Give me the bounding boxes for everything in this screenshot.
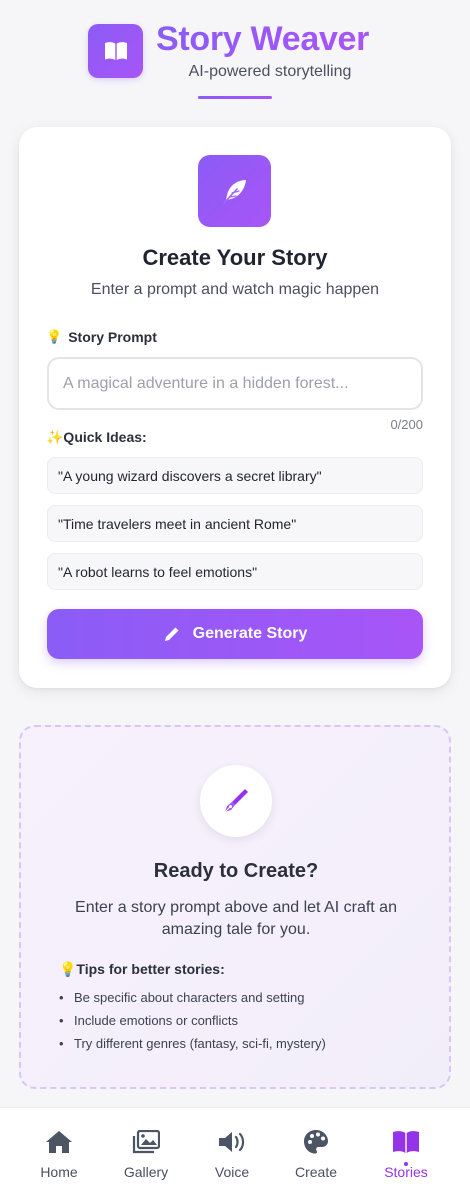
app-title: Story Weaver xyxy=(156,20,370,58)
app-header: Story Weaver AI-powered storytelling xyxy=(0,0,470,110)
char-count: 0/200 xyxy=(390,417,423,432)
app-subtitle: AI-powered storytelling xyxy=(188,63,352,80)
nav-item-stories[interactable]: Stories xyxy=(366,1108,446,1200)
ready-to-create-card: Ready to Create? Enter a story prompt ab… xyxy=(19,725,451,1089)
palette-icon xyxy=(304,1130,328,1154)
feather-badge xyxy=(198,155,271,227)
bottom-navigation: Home Gallery Voice Create Stories xyxy=(0,1107,470,1200)
ready-title: Ready to Create? xyxy=(153,860,319,882)
feather-icon xyxy=(222,180,246,204)
nav-label-stories: Stories xyxy=(384,1164,428,1180)
home-icon xyxy=(46,1131,72,1153)
speaker-icon xyxy=(219,1132,245,1152)
nav-label-voice: Voice xyxy=(214,1164,250,1180)
nav-item-create[interactable]: Create xyxy=(276,1108,356,1200)
pencil-icon xyxy=(164,627,179,641)
quick-ideas-label: ✨Quick Ideas: xyxy=(46,429,147,445)
prompt-label: 💡 Story Prompt xyxy=(46,329,157,345)
tips-label: 💡Tips for better stories: xyxy=(59,961,225,977)
quick-idea-item[interactable]: "A robot learns to feel emotions" xyxy=(47,553,423,590)
lightbulb-icon: 💡 xyxy=(46,329,63,344)
nav-item-home[interactable]: Home xyxy=(19,1108,99,1200)
nav-item-gallery[interactable]: Gallery xyxy=(106,1108,186,1200)
pen-badge xyxy=(200,765,272,837)
create-subtitle: Enter a prompt and watch magic happen xyxy=(90,281,380,298)
prompt-label-text: Story Prompt xyxy=(68,329,157,345)
active-indicator-dot xyxy=(404,1162,408,1166)
create-title: Create Your Story xyxy=(142,245,328,270)
tip-item: • Be specific about characters and settin… xyxy=(59,990,305,1005)
nav-label-gallery: Gallery xyxy=(123,1164,169,1180)
nav-label-home: Home xyxy=(40,1164,78,1180)
quick-idea-item[interactable]: "A young wizard discovers a secret libra… xyxy=(47,457,423,494)
create-story-card: Create Your Story Enter a prompt and wat… xyxy=(19,127,451,688)
quick-idea-item[interactable]: "Time travelers meet in ancient Rome" xyxy=(47,505,423,542)
tip-item: • Include emotions or conflicts xyxy=(59,1013,239,1028)
title-underline xyxy=(198,96,272,99)
fountain-pen-icon xyxy=(224,789,248,813)
open-book-icon xyxy=(104,42,127,60)
nav-item-voice[interactable]: Voice xyxy=(192,1108,272,1200)
nav-label-create: Create xyxy=(294,1164,338,1180)
story-prompt-input[interactable] xyxy=(47,357,423,410)
generate-story-label: Generate Story xyxy=(192,625,308,642)
logo xyxy=(88,24,143,78)
ready-description: Enter a story prompt above and let AI cr… xyxy=(75,899,397,938)
tip-item: • Try different genres (fantasy, sci-fi, … xyxy=(59,1036,326,1051)
images-icon xyxy=(132,1130,160,1154)
generate-story-button[interactable]: Generate Story xyxy=(47,609,423,659)
book-icon xyxy=(393,1131,419,1153)
tips-list: • Be specific about characters and settin… xyxy=(59,989,326,1058)
